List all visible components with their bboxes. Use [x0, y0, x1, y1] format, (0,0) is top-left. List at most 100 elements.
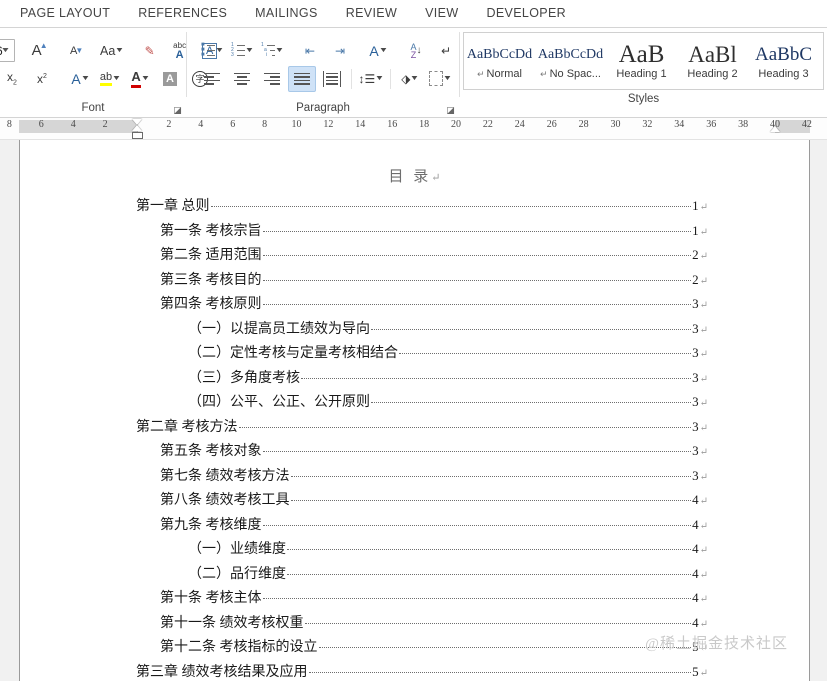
bullets-button[interactable]: ■ ■ ■ ▼ — [198, 38, 226, 64]
show-formatting-marks-button[interactable]: ↵ — [432, 38, 460, 64]
font-color-icon: A — [131, 69, 141, 88]
page-title-text: 目 录 — [388, 169, 432, 185]
clear-formatting-button[interactable]: ✎ — [136, 38, 164, 64]
align-right-button[interactable] — [258, 66, 286, 92]
toc-entry-label: （二）定性考核与定量考核相结合 — [188, 346, 398, 361]
distributed-button[interactable] — [318, 66, 346, 92]
phonetic-icon: abc A — [173, 40, 187, 61]
right-indent-marker[interactable] — [770, 126, 780, 132]
pilcrow-icon: ↵ — [699, 349, 708, 360]
toc-leader-dots — [304, 622, 692, 624]
toc-page-number: 4 — [692, 590, 699, 605]
style-label: ↵ No Spac... — [540, 68, 601, 80]
toc-leader-dots — [262, 254, 692, 256]
toc-entry[interactable]: 第五条 考核对象 3 ↵ — [20, 440, 809, 465]
toc-entry[interactable]: 第十二条 考核指标的设立 5 ↵ — [20, 636, 809, 661]
pilcrow-icon: ↵ — [699, 496, 708, 507]
toc-entry[interactable]: 第二条 适用范围 2 ↵ — [20, 244, 809, 269]
tab-references[interactable]: REFERENCES — [124, 0, 241, 27]
toc-entry[interactable]: 第二章 考核方法 3 ↵ — [20, 416, 809, 441]
style-normal[interactable]: AaBbCcDd ↵ Normal — [464, 33, 535, 89]
character-shading-button[interactable]: A — [156, 66, 184, 92]
pilcrow-icon: ↵ — [431, 172, 441, 184]
grow-font-button[interactable]: A ▲ — [23, 38, 51, 64]
align-left-button[interactable] — [198, 66, 226, 92]
toc-leader-dots — [262, 279, 692, 281]
text-highlight-button[interactable]: ab ▼ — [96, 66, 124, 92]
chevron-down-icon: ▼ — [244, 47, 255, 54]
ruler-number: 18 — [419, 119, 430, 130]
toc-entry[interactable]: （一）以提高员工绩效为导向 3 ↵ — [20, 318, 809, 343]
ruler-track[interactable]: 8 6 4 2 2 4 6 8 10 12 14 16 18 20 22 24 26 28 30 32 34 36 38 40… — [0, 118, 827, 139]
ruler-number: 32 — [642, 119, 653, 130]
change-case-button[interactable]: Aa ▼ — [98, 38, 126, 64]
toc-entry[interactable]: （二）定性考核与定量考核相结合 3 ↵ — [20, 342, 809, 367]
toc-page-number: 4 — [692, 516, 699, 532]
multilevel-list-button[interactable]: 1 a i ▼ — [258, 38, 286, 64]
toc-entry[interactable]: 第十条 考核主体 4 ↵ — [20, 587, 809, 612]
justify-button[interactable] — [288, 65, 316, 92]
toc-entry[interactable]: 第八条 绩效考核工具 4 ↵ — [20, 489, 809, 514]
tab-developer[interactable]: DEVELOPER — [472, 0, 580, 27]
align-center-button[interactable] — [228, 66, 256, 92]
ruler-number: 10 — [291, 119, 302, 130]
tab-page-layout[interactable]: PAGE LAYOUT — [6, 0, 124, 27]
chevron-down-icon: ▼ — [140, 75, 151, 82]
highlight-icon: ab — [99, 71, 113, 86]
font-dialog-launcher-icon[interactable]: ◪ — [173, 106, 182, 115]
paragraph-dialog-launcher-icon[interactable]: ◪ — [446, 106, 455, 115]
tab-review[interactable]: REVIEW — [332, 0, 411, 27]
toc-entry[interactable]: 第七条 绩效考核方法 3 ↵ — [20, 465, 809, 490]
toc-entry[interactable]: 第一条 考核宗旨 1 ↵ — [20, 220, 809, 245]
toc-entry[interactable]: 第三条 考核目的 2 ↵ — [20, 269, 809, 294]
toc-page-number: 1 — [692, 198, 699, 213]
sort-button[interactable]: AZ ↓ — [402, 38, 430, 64]
style-heading-3[interactable]: AaBbC Heading 3 — [748, 33, 819, 89]
toc-entry[interactable]: 第三章 绩效考核结果及应用 5 ↵ — [20, 661, 809, 681]
toc-entry[interactable]: 第十一条 绩效考核权重 4 ↵ — [20, 612, 809, 637]
subscript-button[interactable]: x2 — [0, 66, 26, 92]
toc-entry[interactable]: （三）多角度考核 3 ↵ — [20, 367, 809, 392]
style-heading-2[interactable]: AaBl Heading 2 — [677, 33, 748, 89]
font-size-combo[interactable]: 6 ▼ — [0, 39, 15, 62]
toc-entry-label: 第一章 总则 — [136, 199, 210, 214]
line-spacing-button[interactable]: ↕☰ ▼ — [357, 66, 385, 92]
chevron-down-icon: ▼ — [374, 75, 385, 82]
numbering-button[interactable]: 1 2 3 ▼ — [228, 38, 256, 64]
shading-button[interactable]: ⬗ ▼ — [396, 66, 424, 92]
left-indent-marker[interactable] — [132, 132, 143, 139]
divider — [389, 68, 391, 89]
font-color-button[interactable]: A ▼ — [126, 66, 154, 92]
asian-layout-icon: A — [369, 42, 379, 59]
document-page[interactable]: 目 录↵ 第一章 总则 1 ↵ 第一条 考核宗旨 1 ↵ 第二条 适用范围 2 ↵ 第三条 考核目… — [19, 140, 810, 681]
text-effects-button[interactable]: A ▼ — [66, 66, 94, 92]
tab-mailings[interactable]: MAILINGS — [241, 0, 332, 27]
toc-page-number: 1 — [692, 222, 699, 238]
toc-entry[interactable]: （二）品行维度 4 ↵ — [20, 563, 809, 588]
style-name-text: No Spac... — [549, 68, 601, 80]
chevron-down-icon: ▼ — [114, 47, 125, 54]
shrink-font-button[interactable]: A ▼ — [60, 38, 88, 64]
toc-entry-label: （三）多角度考核 — [188, 370, 300, 386]
asian-layout-button[interactable]: A ▼ — [364, 38, 392, 64]
borders-button[interactable]: ▼ — [426, 66, 454, 92]
chevron-down-icon: ▼ — [410, 75, 420, 82]
decrease-indent-button[interactable]: ⇤ — [296, 38, 324, 64]
hanging-indent-marker[interactable] — [132, 125, 142, 131]
toc-page-number: 4 — [692, 492, 699, 507]
tab-view[interactable]: VIEW — [411, 0, 472, 27]
toc-page-number: 3 — [692, 418, 699, 434]
style-heading-1[interactable]: AaB Heading 1 — [606, 33, 677, 89]
toc-entry[interactable]: 第一章 总则 1 ↵ — [20, 195, 809, 220]
horizontal-ruler[interactable]: 8 6 4 2 2 4 6 8 10 12 14 16 18 20 22 24 26 28 30 32 34 36 38 40… — [0, 118, 827, 140]
toc-entry[interactable]: 第四条 考核原则 3 ↵ — [20, 293, 809, 318]
style-no-spacing[interactable]: AaBbCcDd ↵ No Spac... — [535, 33, 606, 89]
toc-entry[interactable]: 第九条 考核维度 4 ↵ — [20, 514, 809, 539]
superscript-button[interactable]: x2 — [28, 66, 56, 92]
toc-entry[interactable]: （一）业绩维度 4 ↵ — [20, 538, 809, 563]
increase-indent-button[interactable]: ⇥ — [326, 38, 354, 64]
toc-page-number: 5 — [692, 663, 699, 679]
toc-page-number: 4 — [692, 541, 699, 556]
toc-entry[interactable]: （四）公平、公正、公开原则 3 ↵ — [20, 391, 809, 416]
toc-leader-dots — [318, 646, 692, 648]
